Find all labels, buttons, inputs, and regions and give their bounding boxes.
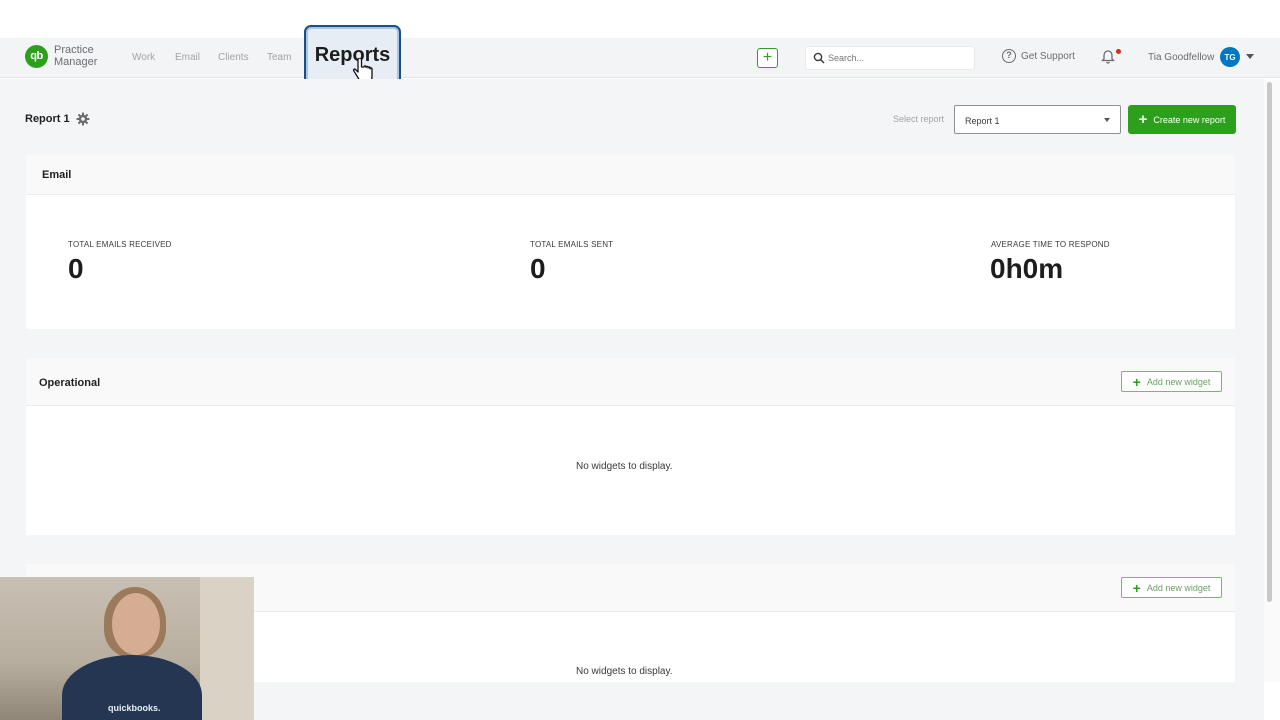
report-title: Report 1 (25, 113, 70, 125)
metric-value-response-time: 0h0m (990, 253, 1064, 284)
metric-label-sent: TOTAL EMAILS SENT (530, 240, 614, 249)
presenter-face (112, 593, 160, 655)
top-navigation-bar: qb Practice Manager Work Email Clients T… (0, 25, 1280, 86)
get-support-link[interactable]: ? Get Support (1002, 49, 1075, 63)
email-card: Email TOTAL EMAILS RECEIVED 0 TOTAL EMAI… (26, 155, 1235, 329)
email-card-title: Email (42, 169, 72, 181)
search-box[interactable] (805, 46, 975, 70)
add-new-widget-label-2: Add new widget (1146, 582, 1211, 593)
empty-widgets-message: No widgets to display. (576, 461, 673, 472)
notification-badge (1116, 49, 1121, 54)
plus-icon: + (1132, 373, 1141, 390)
nav-item-email[interactable]: Email (175, 52, 200, 63)
select-report-label: Select report (893, 114, 945, 124)
notifications-bell-icon[interactable] (1100, 49, 1116, 65)
operational-card: Operational + Add new widget No widgets … (26, 358, 1235, 535)
get-support-label: Get Support (1021, 50, 1075, 62)
user-name[interactable]: Tia Goodfellow (1148, 52, 1214, 63)
scrollbar-thumb[interactable] (1267, 82, 1272, 602)
plus-icon: + (1138, 110, 1148, 128)
nav-item-work[interactable]: Work (132, 52, 155, 63)
search-icon (813, 52, 825, 64)
nav-item-team[interactable]: Team (267, 52, 291, 63)
gear-icon[interactable] (76, 112, 90, 126)
metric-value-received: 0 (68, 253, 84, 284)
create-new-report-label: Create new report (1153, 114, 1226, 125)
help-circle-icon: ? (1002, 49, 1016, 63)
selected-report-value: Report 1 (965, 116, 1000, 126)
app-name-line1: Practice (54, 44, 94, 56)
add-new-button[interactable]: + (757, 48, 778, 68)
add-new-widget-button[interactable]: + Add new widget (1121, 371, 1222, 392)
add-new-widget-button-2[interactable]: + Add new widget (1121, 577, 1222, 598)
quickbooks-logo-icon: qb (25, 44, 48, 68)
plus-icon: + (762, 49, 773, 66)
email-card-header (26, 155, 1235, 195)
plus-icon: + (1132, 579, 1141, 596)
empty-widgets-message-2: No widgets to display. (576, 666, 673, 677)
app-logo[interactable]: qb Practice Manager (25, 44, 97, 68)
metric-label-response-time: AVERAGE TIME TO RESPOND (991, 240, 1110, 249)
metric-label-received: TOTAL EMAILS RECEIVED (68, 240, 172, 249)
webcam-background-door (200, 577, 254, 720)
app-name: Practice Manager (54, 44, 97, 68)
shirt-logo-text: quickbooks. (108, 703, 161, 713)
operational-card-title: Operational (39, 377, 101, 389)
metric-value-sent: 0 (530, 253, 546, 284)
add-new-widget-label: Add new widget (1146, 376, 1211, 387)
app-name-line2: Manager (54, 56, 98, 68)
search-input[interactable] (828, 50, 968, 66)
create-new-report-button[interactable]: + Create new report (1128, 105, 1236, 134)
chevron-down-icon (1104, 118, 1110, 122)
report-select-dropdown[interactable]: Report 1 (954, 105, 1121, 134)
presenter-webcam-video: quickbooks. (0, 577, 254, 720)
operational-card-header (26, 358, 1235, 406)
avatar[interactable]: TG (1220, 47, 1240, 67)
nav-item-clients[interactable]: Clients (218, 52, 249, 63)
top-blank-area (0, 0, 1280, 38)
user-menu-chevron-down-icon[interactable] (1246, 54, 1254, 59)
